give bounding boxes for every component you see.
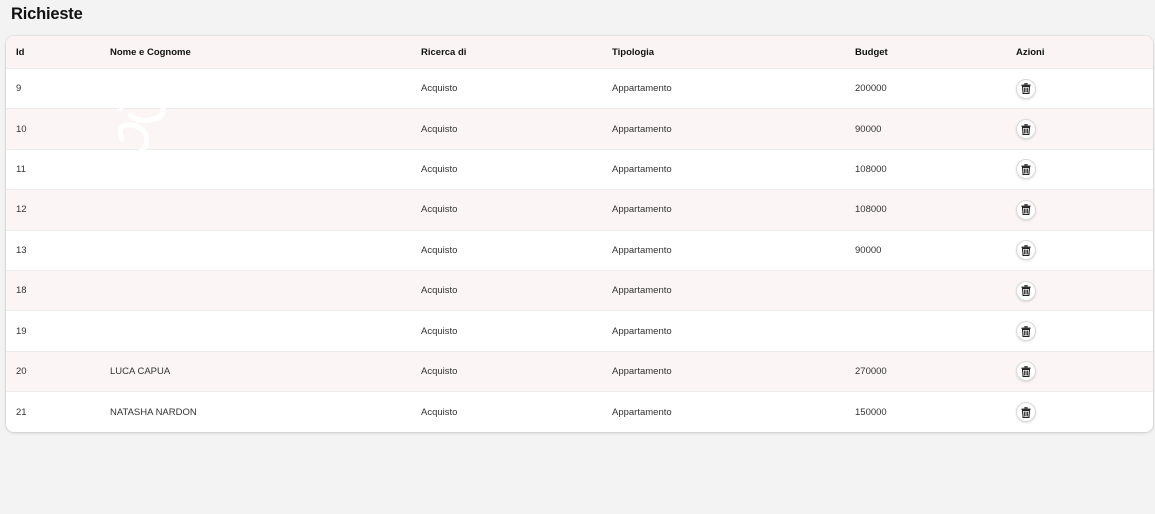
cell-id: 11	[16, 163, 26, 175]
table-header: Id Nome e Cognome Ricerca di Tipologia B…	[6, 36, 1153, 69]
trash-icon	[1021, 244, 1031, 256]
trash-icon	[1021, 204, 1031, 216]
header-azioni: Azioni	[1016, 46, 1045, 58]
cell-tipologia: Appartamento	[612, 406, 672, 418]
cell-id: 19	[16, 325, 27, 337]
cell-id: 12	[16, 204, 27, 216]
cell-budget: 90000	[855, 123, 882, 135]
table-row: 9 Acquisto Appartamento 200000	[6, 69, 1153, 110]
cell-budget: 108000	[855, 163, 887, 175]
header-name: Nome e Cognome	[110, 46, 191, 58]
table-row: 18 Acquisto Appartamento	[6, 270, 1153, 312]
delete-button[interactable]	[1016, 402, 1036, 423]
cell-budget: 150000	[855, 406, 887, 418]
cell-actions	[1016, 69, 1036, 108]
header-id: Id	[16, 46, 25, 58]
cell-actions	[1016, 311, 1036, 350]
cell-id: 13	[16, 244, 27, 256]
cell-id: 20	[16, 365, 27, 377]
cell-tipologia: Appartamento	[612, 123, 672, 135]
cell-name: NATASHA NARDON	[110, 406, 197, 418]
delete-button[interactable]	[1016, 361, 1036, 382]
trash-icon	[1021, 325, 1031, 337]
delete-button[interactable]	[1016, 199, 1036, 220]
delete-button[interactable]	[1016, 78, 1036, 99]
cell-tipologia: Appartamento	[612, 285, 672, 297]
cell-actions	[1016, 231, 1036, 270]
table-row: 13 Acquisto Appartamento 90000	[6, 230, 1153, 271]
cell-actions	[1016, 352, 1036, 391]
table-row: 11 Acquisto Appartamento 108000	[6, 149, 1153, 191]
cell-id: 21	[16, 406, 27, 418]
delete-button[interactable]	[1016, 119, 1036, 140]
cell-tipologia: Appartamento	[612, 204, 672, 216]
trash-icon	[1021, 164, 1031, 175]
header-budget: Budget	[855, 46, 888, 58]
cell-tipologia: Appartamento	[612, 163, 672, 175]
cell-id: 18	[16, 285, 27, 297]
header-tipologia: Tipologia	[612, 46, 655, 58]
page-title: Richieste	[11, 5, 83, 23]
cell-ricerca: Acquisto	[421, 365, 458, 377]
table-row: 12 Acquisto Appartamento 108000	[6, 190, 1153, 231]
cell-ricerca: Acquisto	[421, 204, 458, 216]
cell-id: 9	[16, 83, 22, 95]
cell-budget: 200000	[855, 83, 887, 95]
table-row: 10 Acquisto Appartamento 90000	[6, 109, 1153, 150]
cell-actions	[1016, 392, 1036, 432]
cell-budget: 90000	[855, 244, 882, 256]
cell-ricerca: Acquisto	[421, 163, 458, 175]
table-row: 20 LUCA CAPUA Acquisto Appartamento 2700…	[6, 351, 1153, 393]
cell-tipologia: Appartamento	[612, 83, 672, 95]
cell-ricerca: Acquisto	[421, 83, 458, 95]
requests-table: Id Nome e Cognome Ricerca di Tipologia B…	[6, 36, 1153, 432]
cell-ricerca: Acquisto	[421, 325, 458, 337]
cell-actions	[1016, 271, 1036, 310]
cell-budget: 270000	[855, 365, 887, 377]
cell-ricerca: Acquisto	[421, 406, 458, 418]
cell-actions	[1016, 190, 1036, 229]
header-ricerca: Ricerca di	[421, 46, 467, 58]
trash-icon	[1021, 366, 1031, 377]
cell-tipologia: Appartamento	[612, 365, 672, 377]
cell-tipologia: Appartamento	[612, 325, 672, 337]
delete-button[interactable]	[1016, 321, 1036, 342]
cell-ricerca: Acquisto	[421, 244, 458, 256]
trash-icon	[1021, 123, 1031, 135]
table-row: 19 Acquisto Appartamento	[6, 311, 1153, 352]
trash-icon	[1021, 285, 1031, 297]
trash-icon	[1021, 407, 1031, 418]
delete-button[interactable]	[1016, 280, 1036, 301]
table-row: 21 NATASHA NARDON Acquisto Appartamento …	[6, 392, 1153, 432]
trash-icon	[1021, 83, 1031, 95]
cell-ricerca: Acquisto	[421, 285, 458, 297]
cell-tipologia: Appartamento	[612, 244, 672, 256]
cell-budget: 108000	[855, 204, 887, 216]
cell-ricerca: Acquisto	[421, 123, 458, 135]
cell-name: LUCA CAPUA	[110, 365, 171, 377]
cell-actions	[1016, 150, 1036, 189]
cell-id: 10	[16, 123, 27, 135]
cell-actions	[1016, 109, 1036, 148]
table-body: 9 Acquisto Appartamento 200000 10 Acquis…	[6, 69, 1153, 432]
delete-button[interactable]	[1016, 159, 1036, 180]
delete-button[interactable]	[1016, 240, 1036, 261]
